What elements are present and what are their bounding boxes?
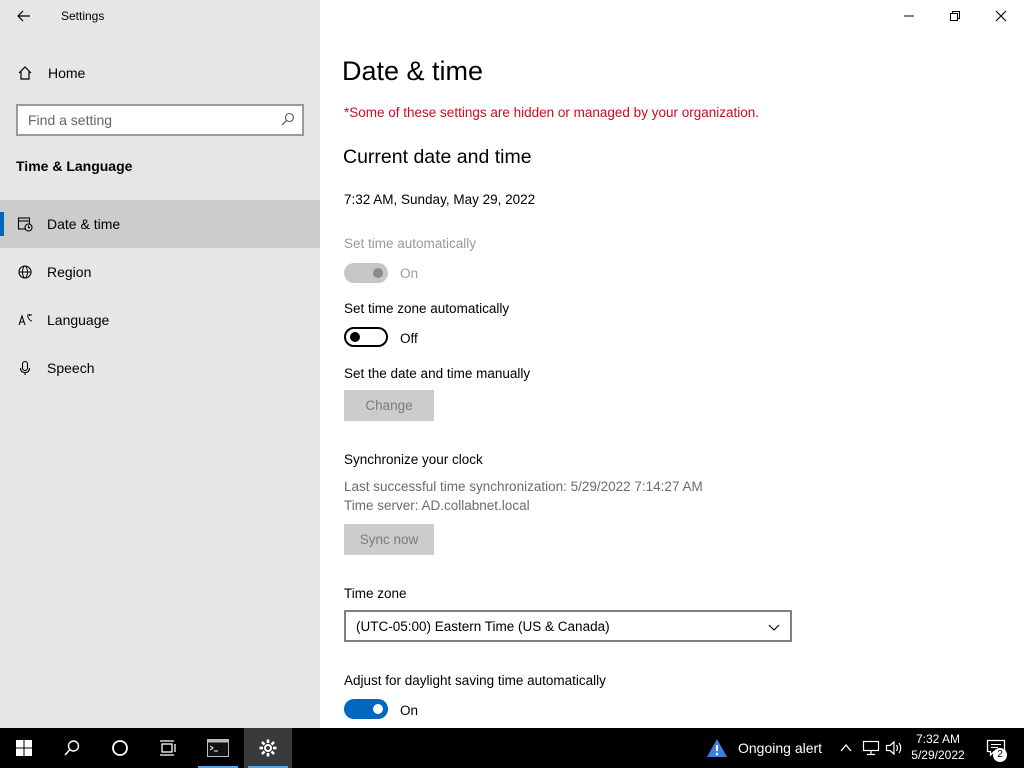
search-icon (64, 740, 80, 756)
sidebar-item-date-time[interactable]: Date & time (0, 200, 320, 248)
time-zone-value: (UTC-05:00) Eastern Time (US & Canada) (356, 619, 610, 634)
minimize-icon (904, 15, 914, 17)
set-timezone-auto-label: Set time zone automatically (344, 301, 510, 316)
set-timezone-auto-state: Off (400, 331, 418, 346)
sidebar-item-label: Speech (47, 360, 95, 376)
start-button[interactable] (0, 728, 48, 768)
manual-date-time-label: Set the date and time manually (344, 366, 531, 381)
settings-app-button[interactable] (244, 728, 292, 768)
time-zone-dropdown[interactable]: (UTC-05:00) Eastern Time (US & Canada) (344, 610, 792, 642)
close-button[interactable] (978, 0, 1024, 32)
network-icon (862, 740, 880, 756)
cortana-button[interactable] (96, 728, 144, 768)
sync-now-button[interactable]: Sync now (344, 524, 434, 555)
set-timezone-auto-toggle[interactable] (344, 327, 388, 347)
page-title: Date & time (342, 56, 484, 86)
taskbar: Ongoing alert 7:32 AM 5/29/2022 2 (0, 728, 1024, 768)
back-arrow-icon (17, 10, 30, 22)
search-input[interactable] (18, 106, 268, 134)
taskbar-clock[interactable]: 7:32 AM 5/29/2022 (904, 731, 972, 763)
home-label: Home (48, 65, 86, 81)
chevron-up-icon (840, 743, 852, 752)
clock-date: 5/29/2022 (911, 748, 965, 762)
gear-icon (259, 739, 277, 757)
sidebar-item-label: Region (47, 264, 92, 280)
network-button[interactable] (859, 728, 883, 768)
time-zone-label: Time zone (344, 586, 407, 601)
show-hidden-icons-button[interactable] (834, 728, 858, 768)
ongoing-alert[interactable]: Ongoing alert (706, 728, 822, 768)
sidebar-item-label: Date & time (47, 216, 121, 232)
calendar-clock-icon (16, 215, 34, 233)
toggle-knob (350, 332, 360, 342)
dst-state: On (400, 703, 419, 718)
home-nav-item[interactable]: Home (0, 49, 320, 97)
volume-button[interactable] (882, 728, 906, 768)
task-view-icon (160, 740, 176, 756)
chevron-down-icon (768, 620, 780, 638)
sidebar-item-language[interactable]: Language (0, 296, 320, 344)
clock-time: 7:32 AM (915, 732, 961, 746)
cortana-circle-icon (112, 740, 128, 756)
search-taskbar-button[interactable] (48, 728, 96, 768)
app-title: Settings (61, 9, 105, 23)
search-icon[interactable] (280, 111, 296, 127)
change-button[interactable]: Change (344, 390, 434, 421)
restore-button[interactable] (932, 0, 978, 32)
set-time-auto-label: Set time automatically (344, 236, 477, 251)
navigation-pane: Settings Home Time & Language Date & tim… (0, 0, 320, 728)
current-date-time-value: 7:32 AM, Sunday, May 29, 2022 (344, 192, 536, 207)
language-icon (16, 311, 34, 329)
restore-icon (950, 11, 960, 21)
toggle-knob (373, 704, 383, 714)
minimize-button[interactable] (886, 0, 932, 32)
dst-toggle[interactable] (344, 699, 388, 719)
sidebar-item-speech[interactable]: Speech (0, 344, 320, 392)
sync-heading: Synchronize your clock (344, 452, 483, 467)
current-date-time-heading: Current date and time (343, 146, 532, 168)
microphone-icon (16, 359, 34, 377)
warning-triangle-icon (707, 739, 727, 757)
time-server-text: Time server: AD.collabnet.local (344, 498, 530, 513)
sidebar-item-label: Language (47, 312, 110, 328)
sidebar-item-region[interactable]: Region (0, 248, 320, 296)
task-view-button[interactable] (144, 728, 192, 768)
last-sync-text: Last successful time synchronization: 5/… (344, 479, 703, 494)
set-time-auto-state: On (400, 266, 419, 281)
notification-count-badge: 2 (993, 748, 1007, 762)
speaker-icon (885, 740, 902, 756)
windows-logo-icon (16, 740, 32, 756)
back-button[interactable] (8, 4, 40, 28)
dst-label: Adjust for daylight saving time automati… (344, 673, 606, 688)
globe-icon (16, 263, 34, 281)
managed-warning: *Some of these settings are hidden or ma… (344, 105, 760, 120)
close-icon (995, 10, 1007, 22)
alert-text: Ongoing alert (738, 740, 823, 756)
section-title: Time & Language (16, 158, 133, 174)
home-icon (16, 64, 34, 82)
action-center-button[interactable]: 2 (978, 728, 1014, 768)
command-prompt-icon (207, 739, 229, 757)
search-box[interactable] (16, 104, 304, 136)
toggle-knob (373, 268, 383, 278)
terminal-app-button[interactable] (194, 728, 242, 768)
set-time-auto-toggle[interactable] (344, 263, 388, 283)
